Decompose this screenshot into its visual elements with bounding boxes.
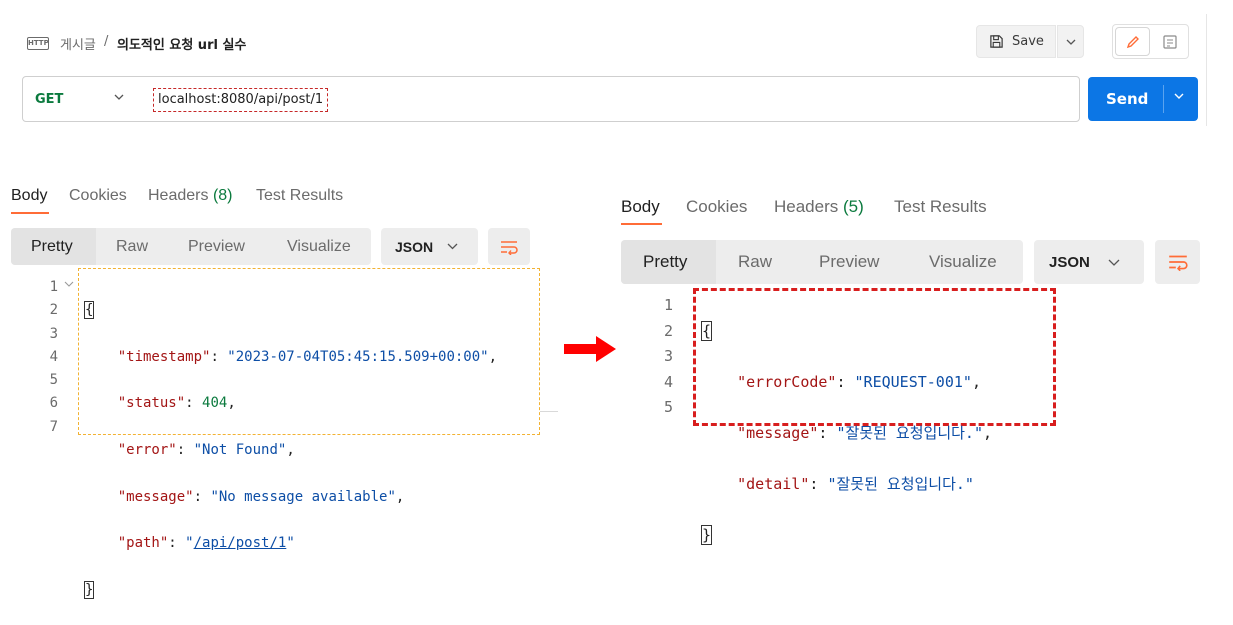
document-icon [1162,34,1177,49]
tab-cookies[interactable]: Cookies [69,187,127,205]
json-number: 404 [202,395,228,412]
tab-headers-label: Headers [774,197,839,216]
json-key: "message" [117,488,194,505]
view-raw[interactable]: Raw [738,252,772,272]
tab-body[interactable]: Body [11,187,47,205]
json-key: "path" [117,535,169,552]
tab-headers[interactable]: Headers (5) [774,197,864,217]
wrap-lines-icon [501,240,518,255]
line-number: 5 [663,398,673,416]
line-number: 4 [49,348,58,365]
view-pretty[interactable]: Pretty [643,252,687,272]
json-key: "error" [117,442,177,459]
wrap-lines-icon [1168,255,1188,271]
json-string-quote: " [185,535,194,552]
tab-body-underline [621,223,662,225]
line-number: 2 [49,302,58,319]
brace-open: { [84,301,95,320]
scroll-edge [540,411,558,412]
right-arrow-icon [564,336,616,362]
line-numbers: 1 2 3 4 5 [645,293,673,421]
json-string: "잘못된 요청입니다." [827,474,974,493]
format-select[interactable]: JSON [1034,240,1144,284]
view-visualize[interactable]: Visualize [287,238,351,256]
pencil-icon [1126,35,1139,48]
send-label[interactable]: Send [1106,90,1148,108]
chevron-down-icon [1108,259,1120,266]
tab-cookies[interactable]: Cookies [686,197,747,217]
save-options-button[interactable] [1057,25,1084,58]
json-key: "timestamp" [117,348,211,365]
line-number: 2 [663,321,673,340]
brace-open: { [701,320,713,341]
line-number: 5 [49,372,58,389]
line-number: 6 [49,395,58,412]
headers-count: (8) [212,187,233,204]
line-number: 1 [663,296,673,314]
json-string: "2023-07-04T05:45:15.509+00:00" [227,348,489,365]
line-number: 1 [49,279,58,295]
json-string: "잘못된 요청입니다." [836,423,983,442]
format-label: JSON [395,238,434,255]
tab-body-underline [11,212,49,214]
json-key: "detail" [737,474,810,493]
json-string-quote: " [286,535,295,552]
send-divider [1163,85,1164,113]
breadcrumb-parent[interactable]: 게시글 [60,34,96,53]
view-preview[interactable]: Preview [188,238,245,256]
view-pretty[interactable]: Pretty [31,238,73,256]
json-string: "REQUEST-001" [854,372,972,391]
edit-mode-button[interactable] [1115,27,1150,56]
line-number: 4 [663,372,673,391]
line-number: 7 [49,418,58,435]
breadcrumb-separator: / [104,34,109,49]
tab-test-results[interactable]: Test Results [256,187,343,205]
fold-chevron-icon[interactable] [64,281,74,288]
tab-headers-label: Headers [148,187,209,204]
save-label: Save [1012,34,1044,49]
view-preview[interactable]: Preview [819,252,879,272]
json-string: "No message available" [210,488,396,505]
wrap-lines-button[interactable] [1155,240,1200,284]
save-button[interactable]: Save [976,25,1056,58]
request-name[interactable]: 의도적인 요청 url 실수 [117,34,246,53]
line-numbers: 1 2 3 4 5 6 7 [30,276,58,439]
format-select[interactable]: JSON [381,228,478,265]
chevron-down-icon [447,243,458,250]
chevron-down-icon [1066,39,1075,45]
format-label: JSON [1049,253,1090,271]
save-icon [990,35,1003,48]
brace-close: } [84,580,95,599]
path-link[interactable]: /api/post/1 [194,535,287,551]
json-key: "status" [117,395,186,412]
view-raw[interactable]: Raw [116,238,148,256]
line-number: 3 [663,347,673,365]
wrap-lines-button[interactable] [488,228,530,265]
chevron-down-icon[interactable] [1174,93,1184,99]
json-key: "message" [737,423,819,442]
left-response-body: { "timestamp": "2023-07-04T05:45:15.509+… [84,301,498,599]
tab-headers[interactable]: Headers (8) [148,187,233,205]
http-icon: HTTP [27,37,49,50]
json-key: "errorCode" [737,372,837,391]
url-input[interactable]: localhost:8080/api/post/1 [153,88,329,112]
json-string: "Not Found" [193,442,287,459]
view-visualize[interactable]: Visualize [929,252,997,272]
tab-test-results[interactable]: Test Results [894,197,987,217]
headers-count: (5) [843,197,864,216]
method-select[interactable]: GET [35,92,63,107]
tab-body[interactable]: Body [621,197,660,217]
chevron-down-icon[interactable] [114,94,124,100]
right-response-body: { "errorCode": "REQUEST-001", "message":… [701,320,993,545]
header-divider [1206,14,1207,126]
brace-close: } [701,524,713,545]
documentation-button[interactable] [1152,27,1187,56]
line-number: 3 [49,325,58,342]
